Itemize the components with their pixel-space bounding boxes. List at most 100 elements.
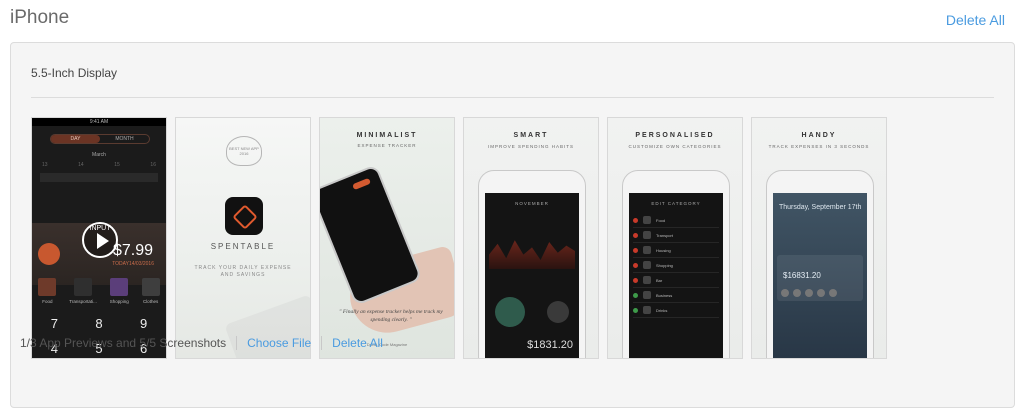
food-icon bbox=[38, 243, 60, 265]
iphone-mockup: NOVEMBER $1831.20 bbox=[478, 170, 586, 358]
calendar: March 13 14 15 16 bbox=[36, 152, 162, 202]
category-list: Food Transport Housing Shopping Bar Busi… bbox=[633, 213, 719, 318]
separator bbox=[236, 336, 238, 350]
calendar-highlight bbox=[40, 173, 158, 182]
category-label: Housing bbox=[656, 247, 671, 253]
display-size-label: 5.5-Inch Display bbox=[31, 66, 118, 80]
transport-icon bbox=[74, 278, 93, 296]
category-item: Food bbox=[38, 278, 57, 304]
category-item: Transportati... bbox=[69, 278, 97, 304]
play-label: INPUT bbox=[89, 225, 111, 232]
choose-file-link[interactable]: Choose File bbox=[247, 336, 311, 350]
widget-amount: $16831.20 bbox=[783, 271, 821, 280]
category-row: Housing bbox=[633, 243, 719, 258]
category-label: Drinks bbox=[656, 307, 668, 313]
category-row: Food bbox=[633, 213, 719, 228]
screenshot-subheading: TRACK EXPENSES IN 3 SECONDS bbox=[768, 144, 870, 149]
keypad-key: 9 bbox=[140, 316, 148, 331]
category-row: Drinks bbox=[633, 303, 719, 318]
screenshot-heading: MINIMALIST bbox=[356, 132, 418, 139]
category-icon bbox=[829, 289, 837, 297]
category-row: Bar bbox=[633, 273, 719, 288]
screenshot-thumbnail[interactable]: MINIMALIST EXPENSE TRACKER " Finally an … bbox=[319, 117, 455, 359]
category-icon bbox=[643, 231, 651, 239]
iphone-mockup: EDIT CATEGORY Food Transport Housing Sho… bbox=[622, 170, 730, 358]
category-icon bbox=[643, 306, 651, 314]
screen-title: NOVEMBER bbox=[515, 201, 549, 206]
delete-all-link[interactable]: Delete All bbox=[332, 336, 383, 350]
screenshot-subheading: IMPROVE SPENDING HABITS bbox=[487, 144, 574, 149]
calendar-day: 13 bbox=[42, 162, 48, 168]
category-icon bbox=[793, 289, 801, 297]
lock-screen-date: Thursday, September 17th bbox=[779, 204, 862, 211]
delete-all-link-top[interactable]: Delete All bbox=[946, 12, 1005, 28]
widget-category-icons bbox=[781, 289, 837, 297]
category-icon bbox=[817, 289, 825, 297]
divider bbox=[31, 97, 994, 98]
entry-amount: $7.99 bbox=[112, 242, 153, 259]
shopping-icon bbox=[110, 278, 129, 296]
remove-icon bbox=[633, 217, 638, 223]
category-label: Food bbox=[42, 299, 53, 304]
app-name: SPENTABLE bbox=[210, 242, 276, 251]
spending-total: $1831.20 bbox=[527, 339, 573, 351]
category-icon bbox=[643, 216, 651, 224]
phone-screen: NOVEMBER $1831.20 bbox=[485, 193, 579, 358]
category-label: Bar bbox=[656, 277, 663, 283]
calendar-month: March bbox=[92, 152, 106, 158]
screenshot-heading: SMART bbox=[513, 132, 549, 139]
category-label: Transport bbox=[656, 232, 673, 238]
phone-screen: EDIT CATEGORY Food Transport Housing Sho… bbox=[629, 193, 723, 358]
calendar-day: 14 bbox=[78, 162, 84, 168]
add-icon bbox=[633, 292, 638, 298]
award-badge: BEST NEW APP 2016 bbox=[226, 136, 262, 166]
food-icon bbox=[38, 278, 57, 296]
remove-icon bbox=[633, 232, 638, 238]
calendar-row: 13 14 15 16 bbox=[36, 162, 162, 168]
remove-icon bbox=[633, 247, 638, 253]
category-icon bbox=[643, 246, 651, 254]
screenshot-thumbnail[interactable]: BEST NEW APP 2016 SPENTABLE TRACK YOUR D… bbox=[175, 117, 311, 359]
app-preview-thumbnail[interactable]: 9:41 AM DAY MONTH March 13 14 15 16 INPU… bbox=[31, 117, 167, 359]
category-row: Shopping bbox=[633, 258, 719, 273]
day-month-toggle: DAY MONTH bbox=[50, 134, 150, 144]
panel-footer: 1/3 App Previews and 5/5 Screenshots Cho… bbox=[20, 336, 383, 350]
calendar-day: 16 bbox=[150, 162, 156, 168]
category-label: Business bbox=[656, 292, 673, 298]
remove-icon bbox=[633, 262, 638, 268]
screenshot-thumbnail[interactable]: SMART IMPROVE SPENDING HABITS NOVEMBER $… bbox=[463, 117, 599, 359]
screenshot-thumbnail[interactable]: PERSONALISED CUSTOMIZE OWN CATEGORIES ED… bbox=[607, 117, 743, 359]
testimonial-quote: " Finally an expense tracker helps me tr… bbox=[339, 309, 443, 323]
spending-chart bbox=[489, 240, 575, 269]
clothes-icon bbox=[141, 278, 160, 296]
screen-title: EDIT CATEGORY bbox=[651, 201, 701, 206]
category-label: Food bbox=[656, 217, 666, 223]
media-count: 1/3 App Previews and 5/5 Screenshots bbox=[20, 336, 227, 350]
screenshot-heading: HANDY bbox=[801, 132, 837, 139]
category-icon bbox=[805, 289, 813, 297]
category-bubble bbox=[495, 297, 525, 327]
add-icon bbox=[633, 307, 638, 313]
category-icon bbox=[781, 289, 789, 297]
category-label: Transportati... bbox=[69, 299, 97, 304]
app-logo-icon bbox=[225, 197, 263, 235]
screenshot-subheading: CUSTOMIZE OWN CATEGORIES bbox=[628, 144, 722, 149]
lock-screen: Thursday, September 17th $16831.20 bbox=[773, 193, 867, 358]
status-bar: 9:41 AM bbox=[32, 118, 166, 126]
keypad-key: 8 bbox=[95, 316, 103, 331]
category-label: Shopping bbox=[109, 299, 129, 304]
category-bubble bbox=[547, 301, 569, 323]
screenshot-strip: 9:41 AM DAY MONTH March 13 14 15 16 INPU… bbox=[31, 117, 887, 359]
tab-day: DAY bbox=[51, 135, 100, 143]
category-row: Business bbox=[633, 288, 719, 303]
category-item: Clothes bbox=[141, 278, 160, 304]
iphone-mockup: Thursday, September 17th $16831.20 bbox=[766, 170, 874, 358]
screenshot-thumbnail[interactable]: HANDY TRACK EXPENSES IN 3 SECONDS Thursd… bbox=[751, 117, 887, 359]
phone-image bbox=[320, 164, 423, 306]
screenshot-panel: 5.5-Inch Display 9:41 AM DAY MONTH March… bbox=[10, 42, 1015, 408]
category-label: Shopping bbox=[656, 262, 673, 268]
category-label: Clothes bbox=[142, 299, 159, 304]
category-row: Transport bbox=[633, 228, 719, 243]
category-item: Shopping bbox=[110, 278, 129, 304]
remove-icon bbox=[633, 277, 638, 283]
